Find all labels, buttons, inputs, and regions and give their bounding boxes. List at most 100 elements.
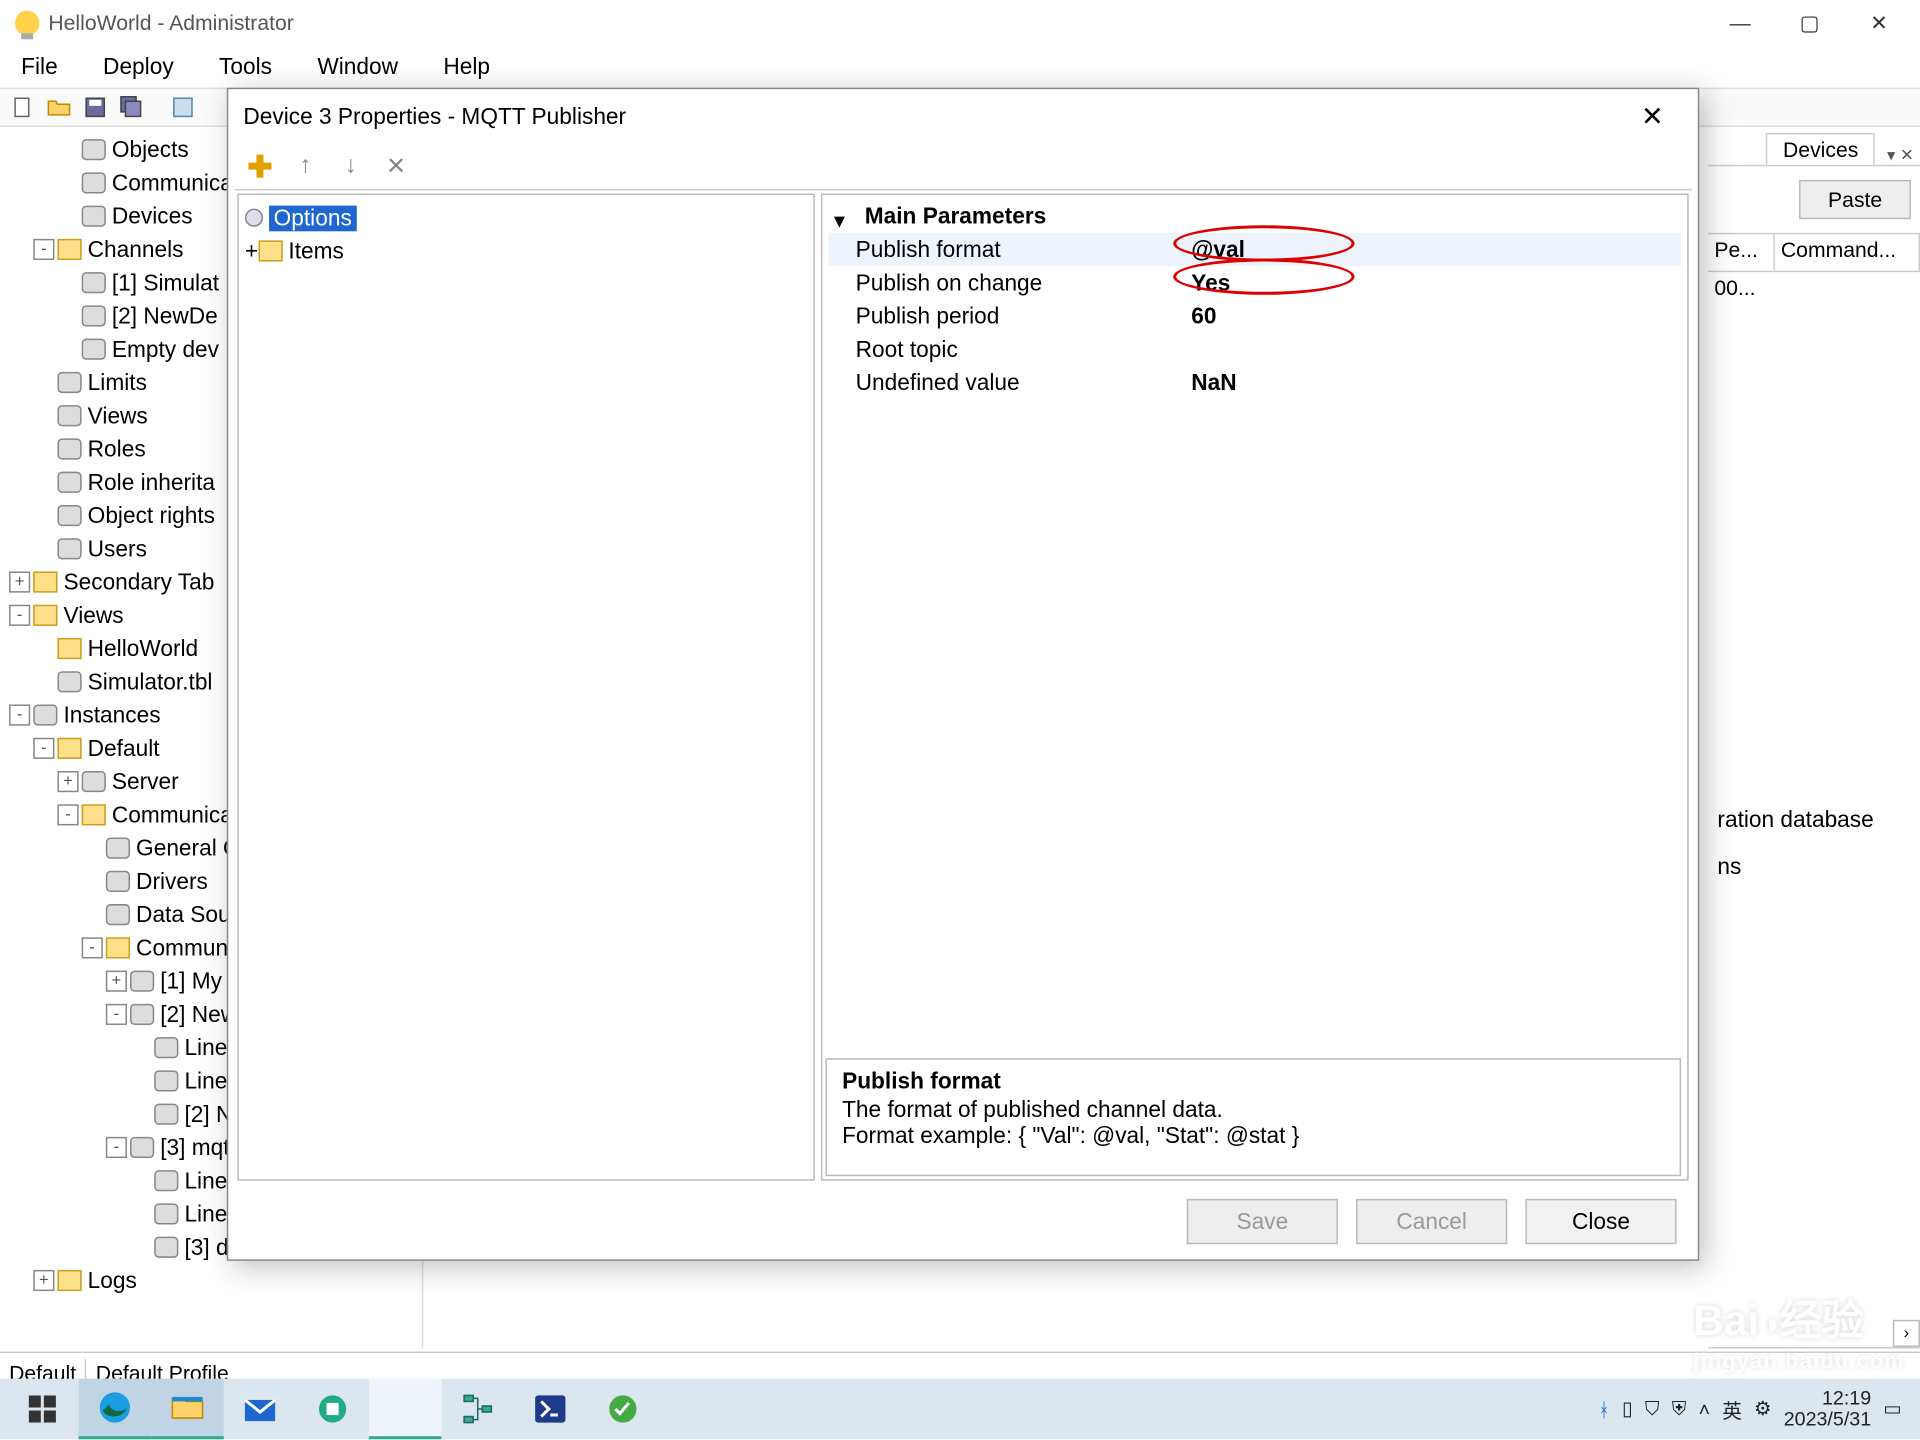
tree-item-label: Drivers: [136, 869, 208, 895]
property-row[interactable]: Undefined valueNaN: [828, 366, 1681, 399]
desc-line1: The format of published channel data.: [842, 1098, 1664, 1124]
col-command[interactable]: Command...: [1775, 234, 1920, 270]
tree-item-label: Secondary Tab: [63, 569, 214, 595]
open-folder-icon[interactable]: [42, 91, 75, 124]
tree-item-label: Views: [63, 602, 123, 628]
toolbar-extra-icon[interactable]: [166, 91, 199, 124]
table-row[interactable]: 00...: [1708, 272, 1920, 308]
expand-icon[interactable]: -: [9, 605, 30, 626]
expand-icon[interactable]: +: [106, 971, 127, 992]
col-pe[interactable]: Pe...: [1708, 234, 1775, 270]
expand-icon[interactable]: -: [57, 804, 78, 825]
tray-network-icon[interactable]: ⚙: [1754, 1397, 1772, 1421]
desc-title: Publish format: [842, 1069, 1664, 1095]
options-node[interactable]: Options: [269, 205, 356, 231]
property-value[interactable]: 60: [1191, 303, 1681, 329]
expand-icon[interactable]: -: [106, 1137, 127, 1158]
expand-icon[interactable]: -: [33, 738, 54, 759]
taskbar-app2-icon[interactable]: [587, 1379, 660, 1439]
taskbar-mail-icon[interactable]: [224, 1379, 297, 1439]
tree-item-label: Communicat: [112, 802, 239, 828]
tray-chevron-up-icon[interactable]: ˄: [1699, 1398, 1710, 1421]
table-icon: [154, 1070, 178, 1091]
cancel-button[interactable]: Cancel: [1356, 1199, 1507, 1244]
taskbar-app1-icon[interactable]: [296, 1379, 369, 1439]
window-title: HelloWorld - Administrator: [48, 11, 293, 35]
tray-icon-2[interactable]: ⛉: [1645, 1397, 1660, 1421]
bluetooth-icon[interactable]: ᚼ: [1598, 1398, 1610, 1421]
taskbar-powershell-icon[interactable]: [514, 1379, 587, 1439]
property-value[interactable]: @val: [1191, 237, 1681, 263]
titlebar: HelloWorld - Administrator — ▢ ✕: [0, 0, 1920, 45]
expand-icon[interactable]: -: [9, 704, 30, 725]
expand-icon[interactable]: -: [82, 937, 103, 958]
property-value[interactable]: Yes: [1191, 270, 1681, 296]
tree-item-label: Objects: [112, 137, 189, 163]
info-panel: ration database ns: [1708, 792, 1920, 895]
table-icon: [57, 438, 81, 459]
tree-item-label: Channels: [88, 237, 184, 263]
save-button[interactable]: Save: [1187, 1199, 1338, 1244]
taskbar-explorer-icon[interactable]: [151, 1379, 224, 1439]
folder-icon: [258, 240, 282, 261]
taskbar-diagram-icon[interactable]: [441, 1379, 514, 1439]
tray-security-icon[interactable]: ⛨: [1672, 1397, 1687, 1421]
expand-icon[interactable]: +: [9, 571, 30, 592]
tree-item[interactable]: +Logs: [0, 1264, 422, 1297]
start-button[interactable]: [6, 1379, 79, 1439]
expand-icon[interactable]: -: [33, 239, 54, 260]
app-icon: [15, 11, 39, 35]
add-icon[interactable]: ✚: [243, 150, 276, 183]
table-icon: [82, 272, 106, 293]
expand-icon[interactable]: +: [33, 1270, 54, 1291]
move-down-icon[interactable]: ↓: [334, 150, 367, 183]
ime-indicator[interactable]: 英: [1722, 1395, 1742, 1424]
property-label: Undefined value: [828, 370, 1191, 396]
tree-item-label: Views: [88, 403, 148, 429]
clock[interactable]: 12:19 2023/5/31: [1784, 1387, 1871, 1430]
table-icon: [106, 904, 130, 925]
items-node[interactable]: Items: [288, 238, 343, 264]
property-value[interactable]: NaN: [1191, 370, 1681, 396]
expand-items-icon[interactable]: +: [245, 238, 258, 264]
tree-item-label: Users: [88, 536, 147, 562]
tray-icon-1[interactable]: ▯: [1622, 1397, 1633, 1421]
new-file-icon[interactable]: [6, 91, 39, 124]
expand-icon[interactable]: -: [106, 1004, 127, 1025]
taskbar-current-app-icon[interactable]: [369, 1379, 442, 1439]
table-icon: [154, 1237, 178, 1258]
move-up-icon[interactable]: ↑: [289, 150, 322, 183]
table-icon: [82, 172, 106, 193]
group-main-parameters[interactable]: Main Parameters: [828, 201, 1681, 233]
save-all-icon[interactable]: [115, 91, 148, 124]
tree-item-label: Communicat: [112, 170, 239, 196]
minimize-button[interactable]: —: [1705, 0, 1775, 45]
notifications-icon[interactable]: ▭: [1883, 1397, 1902, 1421]
menu-file[interactable]: File: [12, 51, 67, 83]
close-modal-button[interactable]: Close: [1525, 1199, 1676, 1244]
menu-tools[interactable]: Tools: [210, 51, 281, 83]
property-row[interactable]: Root topic: [828, 333, 1681, 366]
dialog-tree[interactable]: Options + Items: [237, 194, 815, 1181]
info-line1: ration database: [1717, 807, 1911, 833]
table-icon: [57, 472, 81, 493]
property-row[interactable]: Publish format@val: [828, 233, 1681, 266]
table-icon: [154, 1170, 178, 1191]
paste-button[interactable]: Paste: [1799, 180, 1911, 219]
delete-icon[interactable]: ✕: [379, 150, 412, 183]
menu-help[interactable]: Help: [434, 51, 499, 83]
property-row[interactable]: Publish period60: [828, 299, 1681, 332]
property-row[interactable]: Publish on changeYes: [828, 266, 1681, 299]
table-icon: [130, 1137, 154, 1158]
menu-window[interactable]: Window: [308, 51, 407, 83]
dialog-close-icon[interactable]: ✕: [1622, 92, 1682, 140]
device-properties-dialog: Device 3 Properties - MQTT Publisher ✕ ✚…: [227, 88, 1699, 1261]
tab-devices[interactable]: Devices: [1766, 133, 1875, 165]
save-icon[interactable]: [79, 91, 112, 124]
taskbar-edge-icon[interactable]: [79, 1379, 152, 1439]
expand-icon[interactable]: +: [57, 771, 78, 792]
menubar: File Deploy Tools Window Help: [0, 45, 1920, 87]
menu-deploy[interactable]: Deploy: [94, 51, 183, 83]
maximize-button[interactable]: ▢: [1775, 0, 1845, 45]
close-button[interactable]: ✕: [1844, 0, 1914, 45]
